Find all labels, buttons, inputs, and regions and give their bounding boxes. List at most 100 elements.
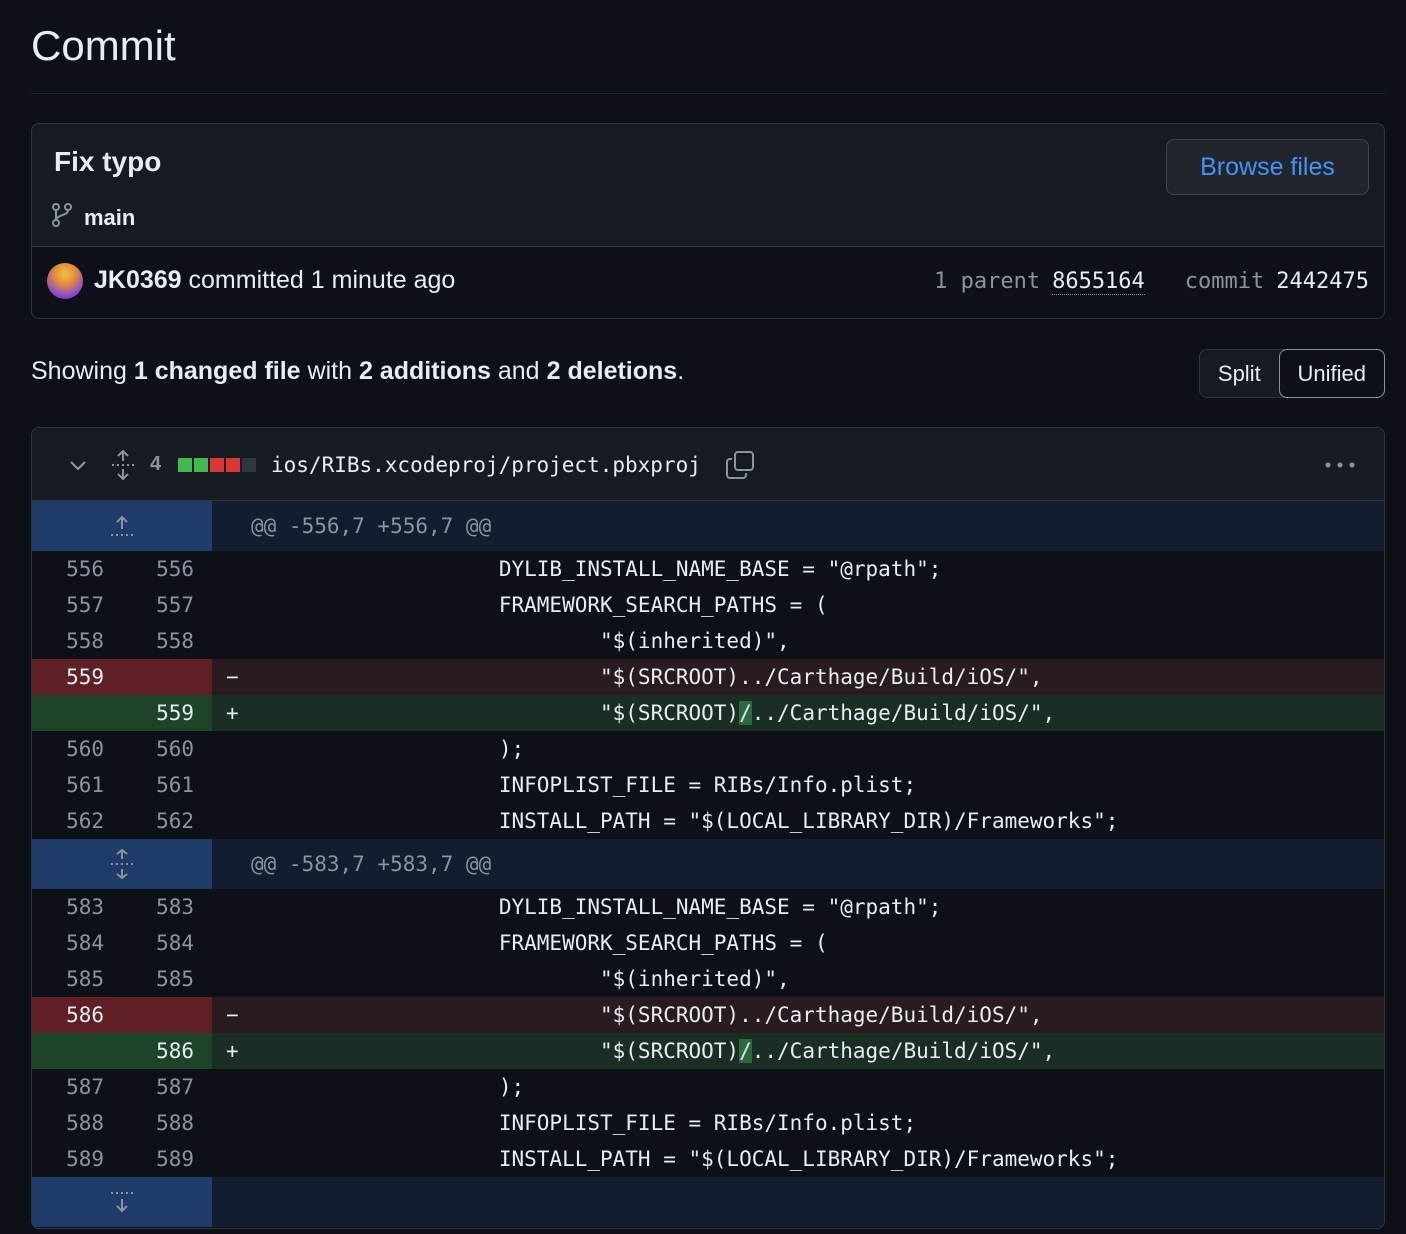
old-line-number[interactable]: 583 bbox=[32, 889, 122, 925]
diff-marker: + bbox=[226, 1039, 239, 1063]
code-text: "$(SRCROOT)../Carthage/Build/iOS/", bbox=[246, 1003, 1043, 1027]
diffstat-square bbox=[178, 457, 192, 472]
new-line-number[interactable] bbox=[122, 659, 212, 695]
new-line-number[interactable]: 561 bbox=[122, 767, 212, 803]
commit-header: Fix typo main Browse files bbox=[32, 124, 1384, 246]
diff-line: 583 583 DYLIB_INSTALL_NAME_BASE = "@rpath… bbox=[32, 889, 1384, 925]
browse-files-button[interactable]: Browse files bbox=[1166, 139, 1369, 195]
hunk-header: @@ -583,7 +583,7 @@ bbox=[32, 839, 1384, 889]
diff-line: 585 585 "$(inherited)", bbox=[32, 961, 1384, 997]
new-line-number[interactable]: 584 bbox=[122, 925, 212, 961]
commit-meta: JK0369 committed 1 minute ago 1 parent 8… bbox=[32, 246, 1384, 318]
diff-line-addition: 559 + "$(SRCROOT)/../Carthage/Build/iOS/"… bbox=[32, 695, 1384, 731]
diffstat-bar bbox=[178, 428, 256, 501]
changes-count: 4 bbox=[150, 453, 162, 475]
split-view-button[interactable]: Split bbox=[1200, 350, 1279, 397]
old-line-number[interactable]: 561 bbox=[32, 767, 122, 803]
new-line-number[interactable] bbox=[122, 997, 212, 1033]
diff-line-deletion: 559 − "$(SRCROOT)../Carthage/Build/iOS/", bbox=[32, 659, 1384, 695]
fold-up-icon[interactable] bbox=[32, 501, 212, 551]
old-line-number[interactable]: 560 bbox=[32, 731, 122, 767]
file-path[interactable]: ios/RIBs.xcodeproj/project.pbxproj bbox=[271, 428, 701, 501]
old-line-number[interactable]: 559 bbox=[32, 659, 122, 695]
new-line-number[interactable]: 585 bbox=[122, 961, 212, 997]
code-text: INFOPLIST_FILE = RIBs/Info.plist; bbox=[246, 773, 917, 797]
code-text: ); bbox=[246, 1075, 525, 1099]
new-line-number[interactable]: 588 bbox=[122, 1105, 212, 1141]
title-divider bbox=[31, 93, 1385, 94]
diff-line: 584 584 FRAMEWORK_SEARCH_PATHS = ( bbox=[32, 925, 1384, 961]
new-line-number[interactable]: 558 bbox=[122, 623, 212, 659]
stats-with: with bbox=[307, 357, 352, 385]
old-line-number[interactable]: 557 bbox=[32, 587, 122, 623]
diff-line-deletion: 586 − "$(SRCROOT)../Carthage/Build/iOS/", bbox=[32, 997, 1384, 1033]
old-line-number[interactable]: 586 bbox=[32, 997, 122, 1033]
diff-line: 561 561 INFOPLIST_FILE = RIBs/Info.plist; bbox=[32, 767, 1384, 803]
unified-view-button[interactable]: Unified bbox=[1278, 349, 1385, 398]
new-line-number[interactable]: 589 bbox=[122, 1141, 212, 1177]
old-line-number[interactable]: 587 bbox=[32, 1069, 122, 1105]
code-text: DYLIB_INSTALL_NAME_BASE = "@rpath"; bbox=[246, 557, 942, 581]
old-line-number[interactable]: 588 bbox=[32, 1105, 122, 1141]
fold-down-icon[interactable] bbox=[32, 1177, 212, 1227]
old-line-number[interactable]: 585 bbox=[32, 961, 122, 997]
branch-name[interactable]: main bbox=[84, 205, 135, 231]
new-line-number[interactable]: 559 bbox=[122, 695, 212, 731]
new-line-number[interactable]: 586 bbox=[122, 1033, 212, 1069]
new-line-number[interactable]: 587 bbox=[122, 1069, 212, 1105]
diffstat-square bbox=[242, 457, 256, 472]
stats-end: . bbox=[677, 357, 685, 385]
old-line-number[interactable]: 562 bbox=[32, 803, 122, 839]
commit-box: Fix typo main Browse files JK0369 commit… bbox=[31, 123, 1385, 319]
diff-marker: + bbox=[226, 701, 239, 725]
old-line-number[interactable] bbox=[32, 1033, 122, 1069]
sha-area: 1 parent 8655164 commit 2442475 bbox=[934, 269, 1369, 295]
commit-sha[interactable]: 2442475 bbox=[1276, 269, 1369, 294]
stats-additions: 2 additions bbox=[358, 357, 491, 385]
code-text: ); bbox=[246, 737, 525, 761]
commit-time: 1 minute ago bbox=[310, 266, 456, 294]
copy-icon[interactable] bbox=[725, 428, 755, 501]
diff-line: 587 587 ); bbox=[32, 1069, 1384, 1105]
code-text: INFOPLIST_FILE = RIBs/Info.plist; bbox=[246, 1111, 917, 1135]
old-line-number[interactable]: 556 bbox=[32, 551, 122, 587]
code-text: "$(SRCROOT)/../Carthage/Build/iOS/", bbox=[246, 701, 1056, 725]
code-text: "$(inherited)", bbox=[246, 629, 790, 653]
stats-and: and bbox=[497, 357, 540, 385]
diff-line: 558 558 "$(inherited)", bbox=[32, 623, 1384, 659]
author-link[interactable]: JK0369 bbox=[94, 266, 182, 294]
code-text: INSTALL_PATH = "$(LOCAL_LIBRARY_DIR)/Fra… bbox=[246, 809, 1119, 833]
code-text: "$(inherited)", bbox=[246, 967, 790, 991]
new-line-number[interactable]: 556 bbox=[122, 551, 212, 587]
hunk-header: @@ -556,7 +556,7 @@ bbox=[32, 501, 1384, 551]
old-line-number[interactable] bbox=[32, 695, 122, 731]
file-diff: 4 ios/RIBs.xcodeproj/project.pbxproj @@ … bbox=[31, 427, 1385, 1229]
diffstat-square bbox=[194, 457, 208, 472]
old-line-number[interactable]: 584 bbox=[32, 925, 122, 961]
unfold-icon[interactable] bbox=[32, 839, 212, 889]
hunk-range: @@ -583,7 +583,7 @@ bbox=[251, 852, 492, 876]
chevron-down-icon[interactable] bbox=[66, 428, 90, 501]
commit-label: commit bbox=[1184, 269, 1265, 294]
git-branch-icon bbox=[50, 202, 74, 233]
branch-row[interactable]: main bbox=[50, 202, 135, 233]
diff-line: 562 562 INSTALL_PATH = "$(LOCAL_LIBRARY_D… bbox=[32, 803, 1384, 839]
new-line-number[interactable]: 562 bbox=[122, 803, 212, 839]
unfold-icon[interactable] bbox=[110, 428, 136, 501]
parent-sha-link[interactable]: 8655164 bbox=[1052, 269, 1145, 295]
hunk-footer bbox=[32, 1177, 1384, 1227]
code-text: "$(SRCROOT)/../Carthage/Build/iOS/", bbox=[246, 1039, 1056, 1063]
diff-marker: − bbox=[226, 665, 239, 689]
new-line-number[interactable]: 557 bbox=[122, 587, 212, 623]
diff-line: 557 557 FRAMEWORK_SEARCH_PATHS = ( bbox=[32, 587, 1384, 623]
stats-deletions: 2 deletions bbox=[546, 357, 678, 385]
avatar[interactable] bbox=[47, 263, 83, 299]
commit-author-line: JK0369 committed 1 minute ago bbox=[94, 266, 455, 295]
old-line-number[interactable]: 589 bbox=[32, 1141, 122, 1177]
old-line-number[interactable]: 558 bbox=[32, 623, 122, 659]
diff-line: 560 560 ); bbox=[32, 731, 1384, 767]
code-text: INSTALL_PATH = "$(LOCAL_LIBRARY_DIR)/Fra… bbox=[246, 1147, 1119, 1171]
kebab-horizontal-icon[interactable] bbox=[1324, 428, 1356, 501]
new-line-number[interactable]: 583 bbox=[122, 889, 212, 925]
new-line-number[interactable]: 560 bbox=[122, 731, 212, 767]
